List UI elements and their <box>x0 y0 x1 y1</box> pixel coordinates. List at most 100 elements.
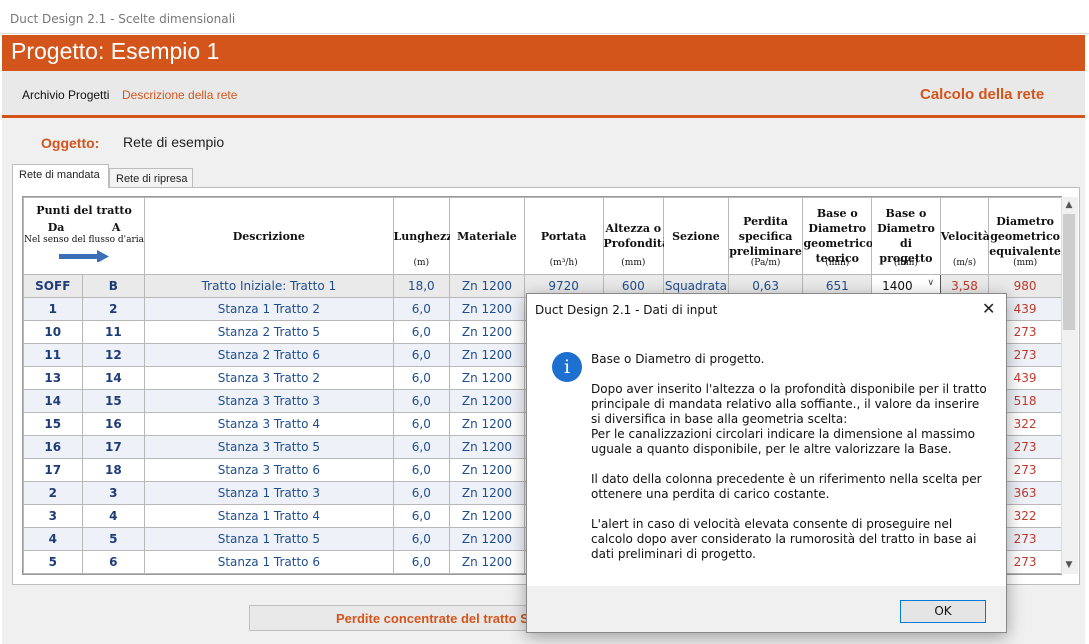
cell-materiale[interactable]: Zn 1200 <box>449 504 525 528</box>
close-icon[interactable]: ✕ <box>982 299 995 318</box>
cell-materiale[interactable]: Zn 1200 <box>449 435 525 459</box>
cell-materiale[interactable]: Zn 1200 <box>449 274 525 298</box>
info-icon: i <box>552 352 582 382</box>
cell-materiale[interactable]: Zn 1200 <box>449 527 525 551</box>
cell-materiale[interactable]: Zn 1200 <box>449 412 525 436</box>
cell-lunghezza[interactable]: 6,0 <box>392 320 451 344</box>
cell-da[interactable]: 3 <box>23 504 83 528</box>
header-velocita: Velocità (m/s) <box>939 197 990 275</box>
header-portata: Portata (m³/h) <box>523 197 604 275</box>
cell-lunghezza[interactable]: 6,0 <box>392 297 451 321</box>
header-base-diametro-progetto: Base o Diametro di progetto (mm) <box>871 197 941 275</box>
titlebar-separator <box>0 33 1089 34</box>
cell-descrizione[interactable]: Stanza 1 Tratto 6 <box>144 550 394 574</box>
cell-a[interactable]: 3 <box>81 481 146 505</box>
menu-calcolo-rete[interactable]: Calcolo della rete <box>920 86 1044 103</box>
dialog-heading: Base o Diametro di progetto. <box>591 352 765 366</box>
cell-descrizione[interactable]: Stanza 3 Tratto 4 <box>144 412 394 436</box>
cell-lunghezza[interactable]: 18,0 <box>392 274 451 298</box>
cell-lunghezza[interactable]: 6,0 <box>392 366 451 390</box>
cell-descrizione[interactable]: Stanza 1 Tratto 4 <box>144 504 394 528</box>
cell-da[interactable]: 1 <box>23 297 83 321</box>
dialog-paragraph-1b: Per le canalizzazioni circolari indicare… <box>591 427 976 456</box>
cell-descrizione[interactable]: Stanza 3 Tratto 2 <box>144 366 394 390</box>
dialog-message: Base o Diametro di progetto. Dopo aver i… <box>591 352 991 577</box>
header-lunghezza: Lunghezza (m) <box>392 197 460 275</box>
cell-da[interactable]: 2 <box>23 481 83 505</box>
cell-lunghezza[interactable]: 6,0 <box>392 527 451 551</box>
cell-a[interactable]: 5 <box>81 527 146 551</box>
cell-lunghezza[interactable]: 6,0 <box>392 435 451 459</box>
header-sezione: Sezione <box>663 197 729 275</box>
cell-materiale[interactable]: Zn 1200 <box>449 550 525 574</box>
unit-bdt: (mm) <box>825 258 850 268</box>
window-title: Duct Design 2.1 - Scelte dimensionali <box>10 12 236 26</box>
cell-lunghezza[interactable]: 6,0 <box>392 504 451 528</box>
cell-a[interactable]: 11 <box>81 320 146 344</box>
cell-materiale[interactable]: Zn 1200 <box>449 481 525 505</box>
cell-materiale[interactable]: Zn 1200 <box>449 366 525 390</box>
cell-a[interactable]: 15 <box>81 389 146 413</box>
chevron-down-icon[interactable]: ∨ <box>924 278 938 292</box>
cell-da[interactable]: 10 <box>23 320 83 344</box>
cell-descrizione[interactable]: Stanza 2 Tratto 5 <box>144 320 394 344</box>
header-diametro-equivalente: Diametro geometrico equivalente (mm) <box>988 197 1061 275</box>
header-altezza: Altezza o Profondità (mm) <box>602 197 669 275</box>
cell-descrizione[interactable]: Stanza 1 Tratto 5 <box>144 527 394 551</box>
cell-materiale[interactable]: Zn 1200 <box>449 320 525 344</box>
cell-da[interactable]: 4 <box>23 527 83 551</box>
cell-descrizione[interactable]: Tratto Iniziale: Tratto 1 <box>144 274 394 298</box>
cell-lunghezza[interactable]: 6,0 <box>392 550 451 574</box>
cell-descrizione[interactable]: Stanza 3 Tratto 3 <box>144 389 394 413</box>
cell-lunghezza[interactable]: 6,0 <box>392 412 451 436</box>
tab-rete-mandata[interactable]: Rete di mandata <box>12 164 109 188</box>
cell-descrizione[interactable]: Stanza 3 Tratto 6 <box>144 458 394 482</box>
cell-da[interactable]: 15 <box>23 412 83 436</box>
cell-materiale[interactable]: Zn 1200 <box>449 389 525 413</box>
oggetto-label: Oggetto: <box>41 135 100 151</box>
cell-a[interactable]: 6 <box>81 550 146 574</box>
cell-materiale[interactable]: Zn 1200 <box>449 458 525 482</box>
ok-button[interactable]: OK <box>900 600 986 623</box>
cell-da[interactable]: SOFF <box>23 274 83 298</box>
cell-materiale[interactable]: Zn 1200 <box>449 343 525 367</box>
scroll-down-icon[interactable]: ▼ <box>1061 557 1077 573</box>
cell-a[interactable]: 4 <box>81 504 146 528</box>
cell-da[interactable]: 14 <box>23 389 83 413</box>
unit-perdita: (Pa/m) <box>750 258 781 268</box>
unit-altezza: (mm) <box>621 258 646 268</box>
menu-archivio-progetti[interactable]: Archivio Progetti <box>22 88 109 102</box>
bdp-value: 1400 <box>882 279 913 293</box>
header-flusso: Nel senso del flusso d'aria <box>24 234 145 245</box>
cell-lunghezza[interactable]: 6,0 <box>392 458 451 482</box>
cell-a[interactable]: 18 <box>81 458 146 482</box>
cell-lunghezza[interactable]: 6,0 <box>392 481 451 505</box>
tab-rete-ripresa[interactable]: Rete di ripresa <box>109 168 193 188</box>
cell-descrizione[interactable]: Stanza 2 Tratto 6 <box>144 343 394 367</box>
cell-da[interactable]: 16 <box>23 435 83 459</box>
unit-deq: (mm) <box>1013 258 1038 268</box>
cell-materiale[interactable]: Zn 1200 <box>449 297 525 321</box>
scroll-thumb[interactable] <box>1063 214 1075 330</box>
cell-lunghezza[interactable]: 6,0 <box>392 343 451 367</box>
cell-a[interactable]: B <box>81 274 146 298</box>
unit-bdp: (mm) <box>893 258 918 268</box>
scroll-up-icon[interactable]: ▲ <box>1061 197 1077 213</box>
cell-da[interactable]: 5 <box>23 550 83 574</box>
cell-a[interactable]: 16 <box>81 412 146 436</box>
cell-a[interactable]: 17 <box>81 435 146 459</box>
cell-a[interactable]: 2 <box>81 297 146 321</box>
dialog-paragraph-3: L'alert in caso di velocità elevata cons… <box>591 517 977 561</box>
header-da: Da <box>47 220 65 234</box>
cell-descrizione[interactable]: Stanza 3 Tratto 5 <box>144 435 394 459</box>
cell-lunghezza[interactable]: 6,0 <box>392 389 451 413</box>
menu-descrizione-rete[interactable]: Descrizione della rete <box>122 88 237 102</box>
cell-a[interactable]: 12 <box>81 343 146 367</box>
cell-da[interactable]: 13 <box>23 366 83 390</box>
cell-da[interactable]: 17 <box>23 458 83 482</box>
cell-descrizione[interactable]: Stanza 1 Tratto 3 <box>144 481 394 505</box>
cell-da[interactable]: 11 <box>23 343 83 367</box>
cell-descrizione[interactable]: Stanza 1 Tratto 2 <box>144 297 394 321</box>
dialog-paragraph-1: Dopo aver inserito l'altezza o la profon… <box>591 382 987 426</box>
cell-a[interactable]: 14 <box>81 366 146 390</box>
